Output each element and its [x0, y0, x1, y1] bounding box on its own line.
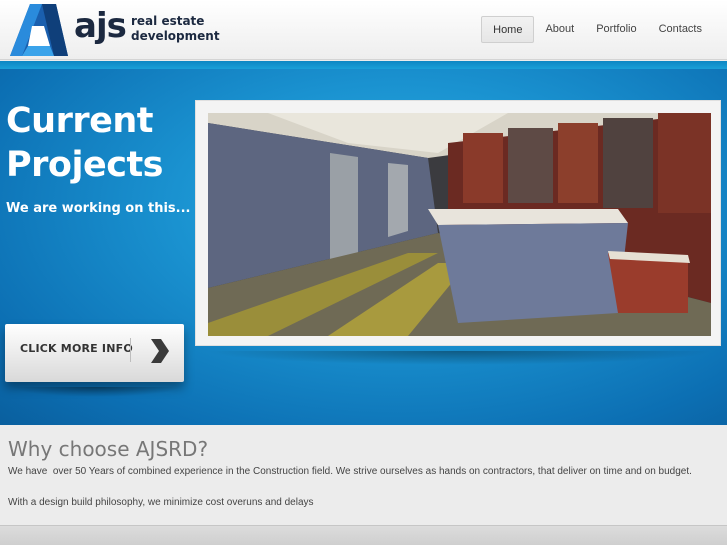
hero-top-band	[0, 61, 727, 69]
main-nav: Home About Portfolio Contacts	[481, 16, 713, 43]
logo-tagline-line1: real estate	[131, 14, 205, 28]
site-header: ajs real estate development Home About P…	[0, 0, 727, 60]
site-logo[interactable]: ajs real estate development	[8, 2, 220, 58]
section-heading: Why choose AJSRD?	[8, 437, 209, 461]
hero-title-line1: Current	[6, 101, 154, 141]
philosophy-paragraph: With a design build philosophy, we minim…	[8, 497, 314, 508]
project-photo[interactable]	[208, 113, 711, 336]
nav-contacts[interactable]: Contacts	[648, 16, 713, 43]
project-photo-frame	[195, 100, 721, 346]
hero-subtitle: We are working on this...	[6, 201, 191, 216]
cta-divider	[130, 338, 131, 362]
nav-about[interactable]: About	[534, 16, 585, 43]
footer-bar	[0, 525, 727, 545]
why-choose-section: Why choose AJSRD? We have over 50 Years …	[0, 425, 727, 525]
experience-paragraph: We have over 50 Years of combined experi…	[8, 466, 692, 477]
click-more-info-button[interactable]: CLICK MORE INFO	[5, 324, 184, 382]
lobby-illustration	[208, 113, 711, 336]
triangle-logo-icon	[10, 4, 68, 56]
cta-shadow	[12, 387, 180, 397]
nav-portfolio[interactable]: Portfolio	[585, 16, 647, 43]
hero-title-line2: Projects	[6, 145, 164, 185]
cta-label: CLICK MORE INFO	[20, 342, 133, 355]
chevron-right-icon	[151, 339, 169, 363]
hero-title: Current Projects	[6, 99, 196, 187]
hero-banner: Current Projects We are working on this.…	[0, 61, 727, 425]
photo-shadow	[205, 351, 715, 365]
logo-wordmark: ajs	[74, 6, 127, 46]
logo-tagline: real estate development	[131, 14, 231, 44]
nav-home[interactable]: Home	[481, 16, 535, 43]
logo-tagline-line2: development	[131, 29, 220, 43]
